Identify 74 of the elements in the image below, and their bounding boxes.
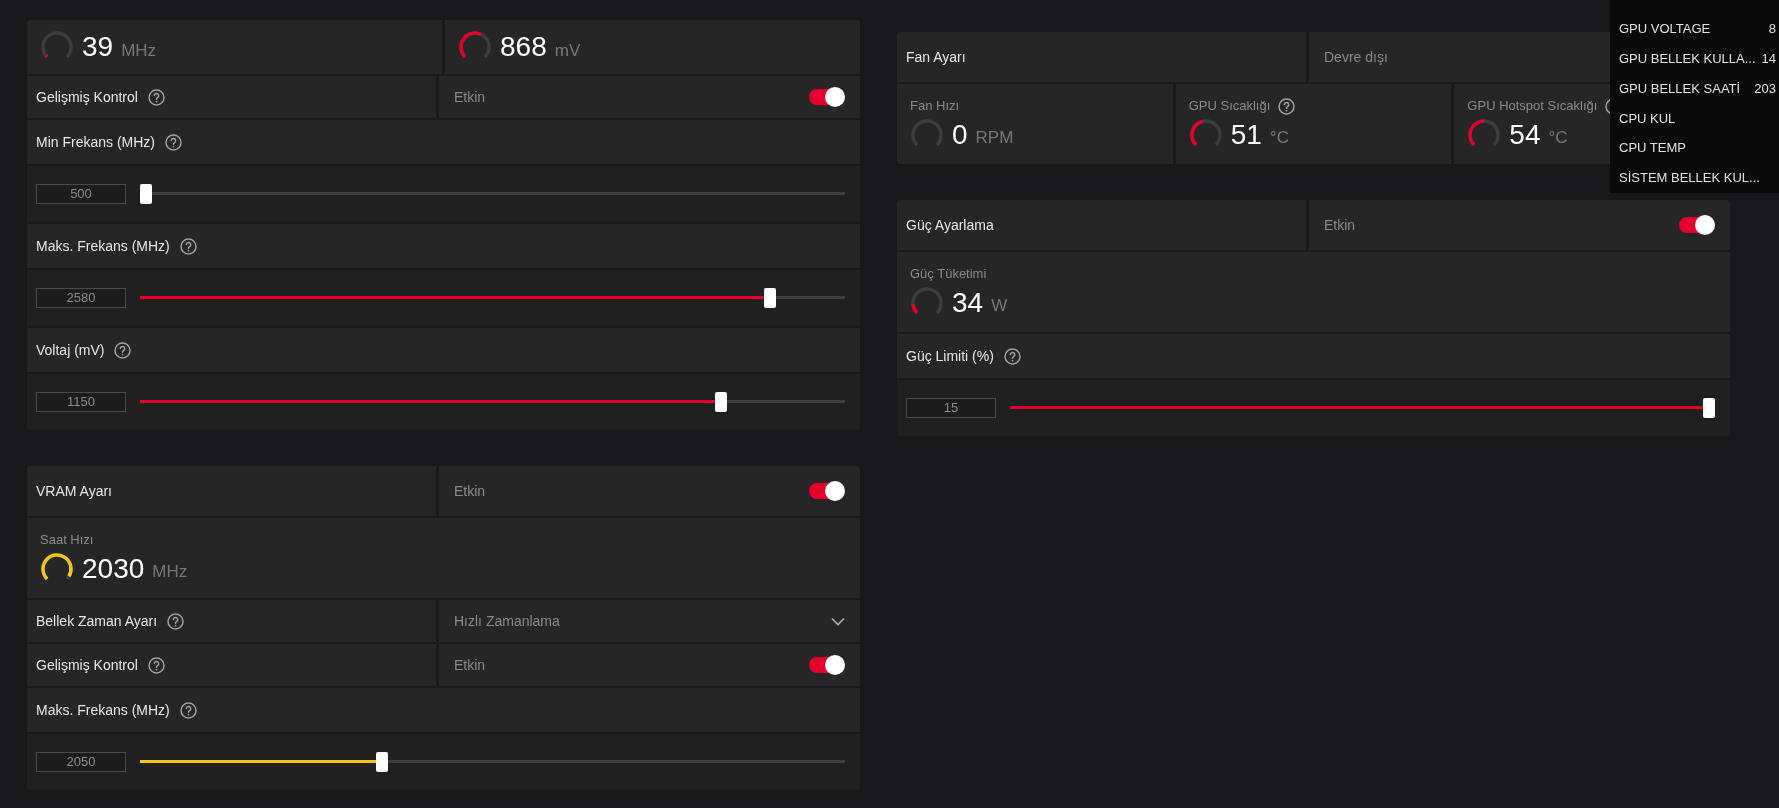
status-text: Devre dışı xyxy=(1324,47,1388,67)
slider-thumb[interactable] xyxy=(1703,398,1715,418)
setting-label: Gelişmiş Kontrol xyxy=(36,655,138,675)
gauge-value: 51 xyxy=(1230,120,1262,149)
slider-thumb[interactable] xyxy=(763,288,776,308)
value-field[interactable]: 2580 xyxy=(36,288,126,308)
help-icon[interactable] xyxy=(147,88,165,106)
help-icon[interactable] xyxy=(1278,97,1296,115)
slider-thumb[interactable] xyxy=(375,752,388,772)
setting-label: Voltaj (mV) xyxy=(36,340,105,360)
help-icon[interactable] xyxy=(167,612,185,630)
toggle-switch[interactable] xyxy=(809,655,845,675)
metric-label: SİSTEM BELLEK KUL... xyxy=(1619,169,1760,188)
status-text: Etkin xyxy=(454,87,486,107)
toggle-switch[interactable] xyxy=(809,87,845,107)
gauge-unit: °C xyxy=(1269,129,1289,147)
metric-label: GPU VOLTAGE xyxy=(1619,20,1711,39)
gauge-value: 0 xyxy=(952,120,968,149)
setting-label: Maks. Frekans (MHz) xyxy=(36,700,170,720)
metric-value: 203 xyxy=(1754,79,1776,98)
gauge-unit: °C xyxy=(1548,129,1568,147)
slider-thumb[interactable] xyxy=(715,392,728,412)
slider[interactable] xyxy=(1010,398,1715,418)
slider[interactable] xyxy=(140,752,845,772)
setting-label: VRAM Ayarı xyxy=(36,481,112,501)
toggle-switch[interactable] xyxy=(1679,215,1715,235)
gauge-value: 54 xyxy=(1509,120,1541,149)
value-field[interactable]: 500 xyxy=(36,184,126,204)
metric-label: CPU TEMP xyxy=(1619,139,1686,158)
help-icon[interactable] xyxy=(179,701,197,719)
gauge-caption: GPU Sıcaklığı xyxy=(1188,97,1271,116)
dropdown[interactable]: Hızlı Zamanlama xyxy=(439,600,860,642)
value-field[interactable]: 2050 xyxy=(36,752,126,772)
help-icon[interactable] xyxy=(114,341,132,359)
status-text: Etkin xyxy=(454,655,486,675)
metric-label: GPU BELLEK KULLA... xyxy=(1619,50,1756,68)
chevron-down-icon xyxy=(831,616,845,626)
gauge-caption: Güç Tüketimi xyxy=(910,265,987,284)
metric-label: CPU KUL xyxy=(1619,109,1676,128)
slider[interactable] xyxy=(140,184,845,204)
slider[interactable] xyxy=(140,288,845,308)
status-text: Etkin xyxy=(454,481,486,501)
gauge-unit: W xyxy=(991,297,1008,315)
help-icon[interactable] xyxy=(1003,347,1021,365)
gauge-caption: Fan Hızı xyxy=(910,97,960,116)
gauge-unit: MHz xyxy=(152,563,188,581)
gauge-value: 868 xyxy=(500,33,547,61)
metric-value: 8 xyxy=(1768,20,1776,39)
help-icon[interactable] xyxy=(179,237,197,255)
setting-label: Güç Limiti (%) xyxy=(906,346,994,366)
gauge-value: 2030 xyxy=(82,554,145,583)
help-icon[interactable] xyxy=(147,656,165,674)
gauge-unit: mV xyxy=(554,41,581,59)
setting-label: Gelişmiş Kontrol xyxy=(36,87,138,107)
gauge-value: 34 xyxy=(952,288,984,317)
setting-label: Bellek Zaman Ayarı xyxy=(36,611,158,631)
slider[interactable] xyxy=(140,392,845,412)
gauge-caption: GPU Hotspot Sıcaklığı xyxy=(1467,97,1598,116)
setting-label: Fan Ayarı xyxy=(906,47,966,67)
value-field[interactable]: 15 xyxy=(906,398,996,418)
toggle-switch[interactable] xyxy=(809,481,845,501)
metric-value: 14 xyxy=(1761,50,1776,68)
gauge-unit: RPM xyxy=(975,129,1014,147)
setting-label: Maks. Frekans (MHz) xyxy=(36,236,170,256)
setting-label: Min Frekans (MHz) xyxy=(36,132,155,152)
gauge-value: 39 xyxy=(82,33,114,61)
metric-label: GPU BELLEK SAATİ xyxy=(1619,79,1741,98)
help-icon[interactable] xyxy=(165,133,182,151)
slider-thumb[interactable] xyxy=(140,184,152,204)
gauge-caption: Saat Hızı xyxy=(40,531,94,550)
setting-label: Güç Ayarlama xyxy=(906,215,994,235)
gauge-unit: MHz xyxy=(121,41,157,59)
value-field[interactable]: 1150 xyxy=(36,392,126,412)
status-text: Etkin xyxy=(1324,215,1356,235)
